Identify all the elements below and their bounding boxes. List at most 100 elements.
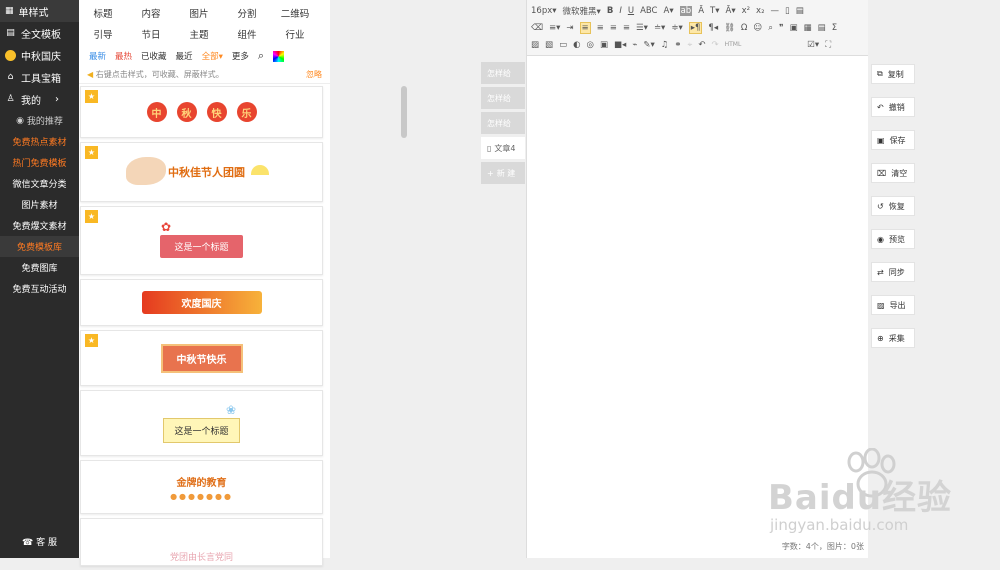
undo-button[interactable]: ↶ 撤销 <box>871 97 915 117</box>
italic-icon[interactable]: I <box>619 6 622 16</box>
doc-item-active[interactable]: ▯ 文章4 <box>481 137 525 159</box>
sidebar-item-mine[interactable]: ♙ 我的 › <box>0 88 79 110</box>
sidebar-sub-interactive[interactable]: 免费互动活动 <box>0 278 79 299</box>
pin-icon[interactable]: ⌖ <box>688 40 693 50</box>
scrollbar[interactable] <box>401 86 407 138</box>
style-card[interactable]: ★ ✿ 这是一个标题 <box>80 206 323 275</box>
link-icon[interactable]: ⛓ <box>724 23 735 33</box>
brush-icon[interactable]: ⌁ <box>632 40 637 50</box>
image-icon[interactable]: ▨ <box>531 40 539 50</box>
sidebar-sub-images[interactable]: 图片素材 <box>0 194 79 215</box>
ignore-link[interactable]: 忽略 <box>306 69 322 80</box>
indent-icon[interactable]: ⇥ <box>566 23 573 33</box>
sidebar-single-style[interactable]: ▦ 单样式 <box>0 0 79 22</box>
restore-button[interactable]: ↺ 恢复 <box>871 196 915 216</box>
style-card[interactable]: 金牌的教育 ●●●●●●● <box>80 460 323 514</box>
tab-festival[interactable]: 节日 <box>127 25 175 46</box>
filter-all[interactable]: 全部▾ <box>202 50 223 62</box>
tab-guide[interactable]: 引导 <box>79 25 127 46</box>
copy-button[interactable]: ⧉ 复制 <box>871 64 915 84</box>
align-right-icon[interactable]: ≡ <box>610 23 617 33</box>
attachment-icon[interactable]: ▣ <box>600 40 608 50</box>
tab-industry[interactable]: 行业 <box>271 25 319 46</box>
tab-qrcode[interactable]: 二维码 <box>271 4 319 25</box>
filter-hottest[interactable]: 最热 <box>115 50 132 62</box>
frame-icon[interactable]: ▭ <box>559 40 567 50</box>
emoji-icon[interactable]: ☺ <box>753 23 762 33</box>
clear-button[interactable]: ⌧ 清空 <box>871 163 915 183</box>
style-card[interactable]: ❀ 这是一个标题 <box>80 390 323 456</box>
color-picker-icon[interactable] <box>273 50 285 62</box>
shape-icon[interactable]: ◐ <box>573 40 580 50</box>
text-border-icon[interactable]: Ā <box>698 6 704 16</box>
list-icon[interactable]: ☰▾ <box>636 23 648 33</box>
customer-service[interactable]: ☎ 客 服 <box>0 535 79 548</box>
bold-icon[interactable]: B <box>607 6 613 16</box>
font-size-select[interactable]: 16px▾ <box>531 6 557 16</box>
style-card[interactable]: 党团由长言党同 <box>80 518 323 566</box>
filter-more[interactable]: 更多 <box>232 50 249 62</box>
subscript-icon[interactable]: x₂ <box>756 6 764 16</box>
sidebar-item-template[interactable]: ▤ 全文模板 <box>0 22 79 44</box>
tab-component[interactable]: 组件 <box>223 25 271 46</box>
sidebar-sub-gallery[interactable]: 免费图库 <box>0 257 79 278</box>
style-card[interactable]: 欢度国庆 <box>80 279 323 326</box>
collect-button[interactable]: ⊕ 采集 <box>871 328 915 348</box>
letter-spacing-icon[interactable]: Ā▾ <box>726 6 736 16</box>
search-replace-icon[interactable]: ⌕ <box>768 23 773 33</box>
map-icon[interactable]: ◎ <box>587 40 594 50</box>
superscript-icon[interactable]: x² <box>742 6 750 16</box>
sidebar-item-toolbox[interactable]: ⌂ 工具宝箱 <box>0 66 79 88</box>
style-card[interactable]: ★ 中秋节快乐 <box>80 330 323 386</box>
doc-item[interactable]: 怎样给 <box>481 87 525 109</box>
doc-item[interactable]: 怎样给 <box>481 112 525 134</box>
music-icon[interactable]: ♫ <box>661 40 669 50</box>
style-card[interactable]: ★ 中秋佳节人团圆 <box>80 142 323 202</box>
line-height-icon[interactable]: T▾ <box>710 6 719 16</box>
settings-icon[interactable]: ☑▾ <box>807 40 819 50</box>
sigma-icon[interactable]: Σ <box>832 23 837 33</box>
sidebar-sub-template-lib[interactable]: 免费模板库 <box>0 236 79 257</box>
tab-divider[interactable]: 分割 <box>223 4 271 25</box>
tab-title[interactable]: 标题 <box>79 4 127 25</box>
save-button[interactable]: ▣ 保存 <box>871 130 915 150</box>
pen-icon[interactable]: ✎▾ <box>643 40 654 50</box>
highlight-icon[interactable]: ab <box>679 5 693 16</box>
tab-image[interactable]: 图片 <box>175 4 223 25</box>
filter-recent[interactable]: 最近 <box>176 50 193 62</box>
new-doc-button[interactable]: + 新 建 <box>481 162 525 184</box>
video-icon[interactable]: ■◂ <box>614 40 626 50</box>
font-family-select[interactable]: 微软雅黑▾ <box>563 5 601 17</box>
align-center-icon[interactable]: ≡ <box>597 23 604 33</box>
sidebar-sub-wechat[interactable]: 微信文章分类 <box>0 173 79 194</box>
omega-icon[interactable]: Ω <box>741 23 748 33</box>
eraser-icon[interactable]: ⌫ <box>531 23 543 33</box>
table-icon[interactable]: ▦ <box>804 23 812 33</box>
fullscreen-icon[interactable]: ⛶ <box>825 40 831 50</box>
preview-button[interactable]: ◉ 预览 <box>871 229 915 249</box>
template-icon[interactable]: ▤ <box>818 23 826 33</box>
export-button[interactable]: ▨ 导出 <box>871 295 915 315</box>
html-icon[interactable]: HTML <box>725 41 742 48</box>
ltr-icon[interactable]: ▸¶ <box>688 21 703 34</box>
sidebar-recommend[interactable]: ◉ 我的推荐 <box>0 110 79 131</box>
document-icon[interactable]: ▤ <box>796 6 804 16</box>
sidebar-item-festival[interactable]: 中秋国庆 <box>0 44 79 66</box>
minus-icon[interactable]: — <box>771 6 780 16</box>
multi-image-icon[interactable]: ▧ <box>545 40 553 50</box>
align-left-icon[interactable]: ≡ <box>579 21 591 34</box>
rtl-icon[interactable]: ¶◂ <box>708 23 718 33</box>
undo-icon[interactable]: ↶ <box>698 40 705 50</box>
spacing-after-icon[interactable]: ≑▾ <box>671 23 682 33</box>
code-icon[interactable]: ▣ <box>790 23 798 33</box>
redo-icon[interactable]: ↷ <box>711 40 718 50</box>
filter-newest[interactable]: 最新 <box>89 50 106 62</box>
paragraph-icon[interactable]: ≡▾ <box>549 23 560 33</box>
tab-content[interactable]: 内容 <box>127 4 175 25</box>
filter-favorited[interactable]: 已收藏 <box>141 50 167 62</box>
doc-item[interactable]: 怎样给 <box>481 62 525 84</box>
sidebar-sub-popular[interactable]: 热门免费模板 <box>0 152 79 173</box>
sync-button[interactable]: ⇄ 同步 <box>871 262 915 282</box>
page-icon[interactable]: ▯ <box>785 6 790 16</box>
quote-icon[interactable]: ❞ <box>779 23 784 33</box>
